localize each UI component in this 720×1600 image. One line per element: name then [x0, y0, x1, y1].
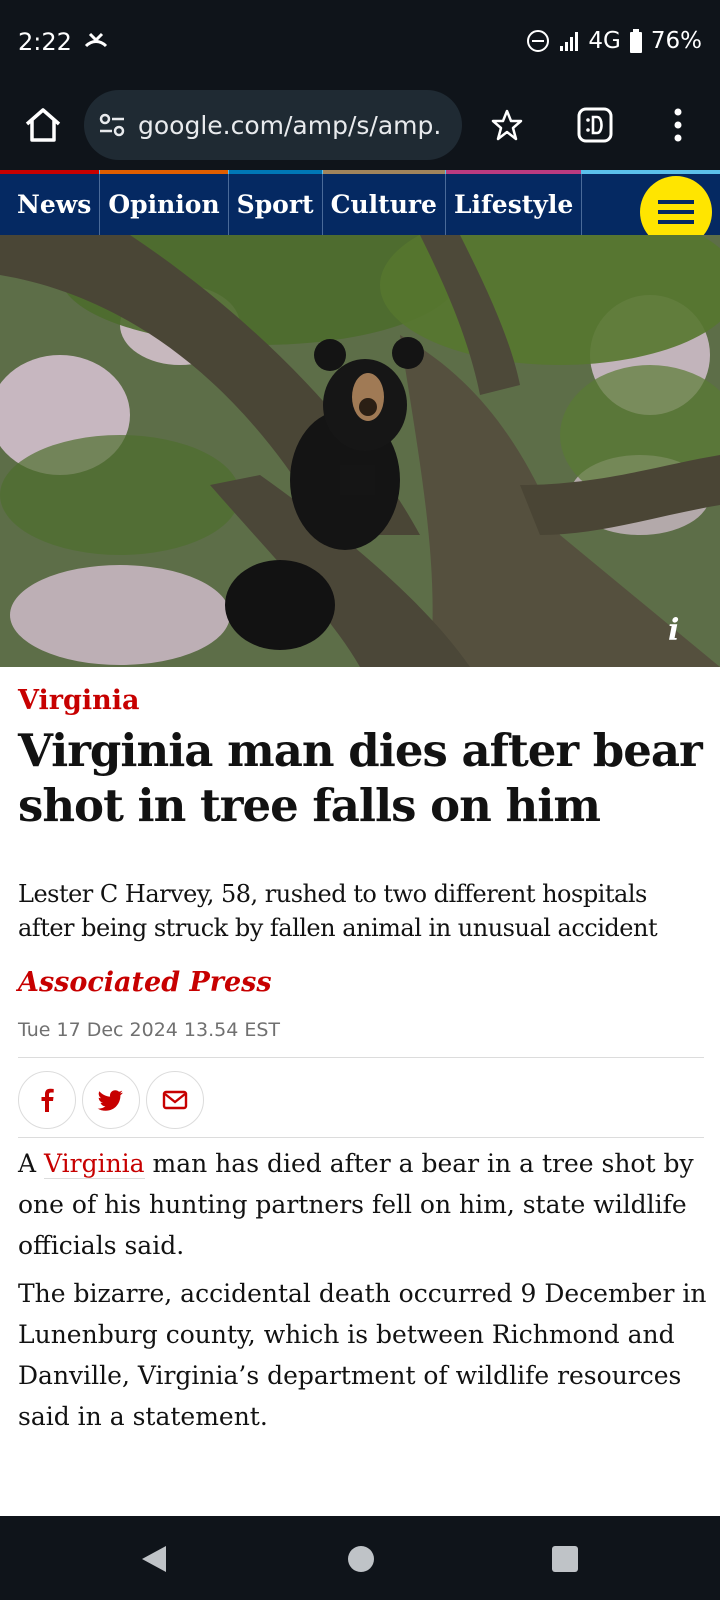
- home-icon[interactable]: [22, 104, 64, 146]
- system-navigation-bar: [0, 1516, 720, 1600]
- tab-switcher-icon[interactable]: [576, 106, 614, 144]
- virginia-link[interactable]: Virginia: [44, 1149, 145, 1179]
- info-icon[interactable]: i: [668, 613, 679, 648]
- divider: [18, 1057, 704, 1058]
- share-buttons: [18, 1071, 204, 1129]
- nav-item-culture[interactable]: Culture: [322, 170, 446, 235]
- signal-icon: [560, 32, 579, 51]
- hamburger-icon-bar: [658, 200, 694, 204]
- byline[interactable]: Associated Press: [18, 967, 272, 998]
- status-right-cluster: 4G 76%: [526, 28, 702, 54]
- back-icon[interactable]: [140, 1544, 168, 1574]
- body-paragraph: The bizarre, accidental death occurred 9…: [18, 1279, 707, 1431]
- nav-item-opinion[interactable]: Opinion: [100, 170, 229, 235]
- battery-percent: 76%: [650, 28, 702, 54]
- facebook-icon: [41, 1088, 54, 1112]
- address-bar[interactable]: google.com/amp/s/amp.: [84, 90, 462, 160]
- body-paragraph: A Virginia man has died after a bear in …: [18, 1143, 708, 1266]
- section-nav: News Opinion Sport Culture Lifestyle: [0, 170, 720, 248]
- nav-item-lifestyle[interactable]: Lifestyle: [445, 170, 583, 235]
- hamburger-icon-bar: [658, 210, 694, 214]
- share-twitter-button[interactable]: [82, 1071, 140, 1129]
- share-facebook-button[interactable]: [18, 1071, 76, 1129]
- do-not-disturb-icon: [527, 30, 550, 52]
- paragraph-text: A: [18, 1149, 45, 1178]
- star-icon[interactable]: [490, 108, 524, 142]
- standfirst: Lester C Harvey, 58, rushed to two diffe…: [18, 880, 658, 942]
- missed-call-icon: [84, 32, 108, 48]
- home-circle-icon[interactable]: [348, 1546, 374, 1572]
- publish-date: Tue 17 Dec 2024 13.54 EST: [18, 1019, 281, 1041]
- browser-toolbar: google.com/amp/s/amp.: [0, 88, 720, 170]
- status-time: 2:22: [18, 28, 72, 56]
- section-kicker[interactable]: Virginia: [18, 685, 139, 716]
- nav-item-sport[interactable]: Sport: [228, 170, 323, 235]
- url-text[interactable]: google.com/amp/s/amp.: [138, 111, 448, 140]
- hero-image[interactable]: i: [0, 235, 720, 667]
- nav-item-news[interactable]: News: [0, 170, 101, 235]
- share-email-button[interactable]: [146, 1071, 204, 1129]
- network-type: 4G: [588, 28, 621, 54]
- article: Virginia Virginia man dies after bear sh…: [0, 667, 720, 1516]
- email-icon: [162, 1090, 188, 1110]
- status-bar: 2:22 4G 76%: [0, 0, 720, 88]
- divider: [18, 1137, 704, 1138]
- recents-icon[interactable]: [552, 1546, 578, 1572]
- battery-icon: [629, 29, 642, 53]
- twitter-icon: [97, 1090, 123, 1111]
- bear-in-tree-photo: [0, 235, 720, 667]
- headline: Virginia man dies after bear shot in tre…: [18, 724, 703, 832]
- site-settings-icon[interactable]: [98, 111, 126, 139]
- more-vert-icon[interactable]: [664, 106, 692, 144]
- hamburger-icon-bar: [658, 220, 694, 224]
